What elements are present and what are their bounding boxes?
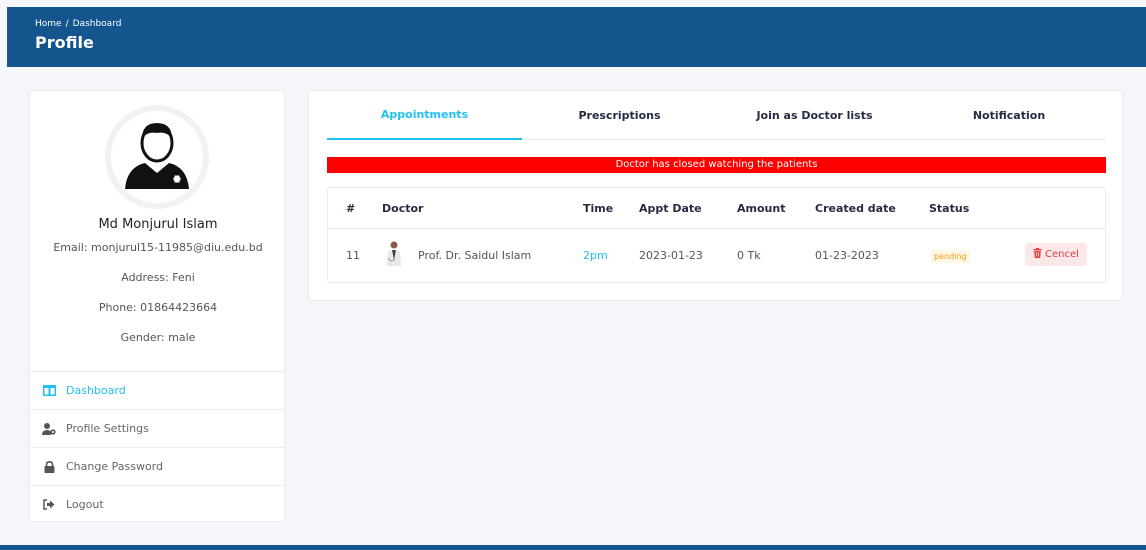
column-header-appt-date: Appt Date [639,202,702,215]
tab-notification[interactable]: Notification [912,91,1106,140]
menu-item-label: Dashboard [66,384,126,397]
user-phone: Phone: 01864423664 [98,301,218,314]
menu-item-logout[interactable]: Logout [30,485,286,523]
column-header-status: Status [929,202,970,215]
appointment-amount: 0 Tk [737,249,761,262]
menu-item-label: Logout [66,498,104,511]
dashboard-icon [42,384,56,398]
tab-prescriptions[interactable]: Prescriptions [522,91,717,140]
column-header-amount: Amount [737,202,786,215]
menu-item-dashboard[interactable]: Dashboard [30,371,286,409]
table-header-divider [328,228,1107,229]
appointments-table: # Doctor Time Appt Date Amount Created d… [327,187,1107,283]
user-email: Email: monjurul15-11985@diu.edu.bd [53,241,263,254]
doctor-name-link[interactable]: Prof. Dr. Saidul Islam [418,249,531,262]
column-header-created-date: Created date [815,202,896,215]
cancel-button-label: Cencel [1045,249,1079,260]
doctor-avatar-icon [111,111,203,203]
tab-appointments[interactable]: Appointments [327,91,522,140]
avatar [105,105,209,209]
menu-item-change-password[interactable]: Change Password [30,447,286,485]
footer-bar [0,545,1146,550]
appointment-date: 2023-01-23 [639,249,703,262]
tab-join-as-doctor-lists[interactable]: Join as Doctor lists [717,91,912,140]
user-name: Md Monjurul Islam [98,217,218,232]
column-header-doctor: Doctor [382,202,424,215]
menu-item-profile-settings[interactable]: Profile Settings [30,409,286,447]
user-gender: Gender: male [120,331,196,344]
cancel-button[interactable]: Cencel [1025,243,1087,266]
appointment-id: 11 [346,249,360,262]
menu-item-label: Profile Settings [66,422,149,435]
lock-icon [42,460,56,474]
breadcrumb: Home / Dashboard [35,19,1118,29]
status-badge: pending [931,250,970,263]
doctor-closed-alert: Doctor has closed watching the patients [327,157,1106,173]
profile-card: Md Monjurul Islam Email: monjurul15-1198… [29,90,286,523]
doctor-photo[interactable] [386,240,402,266]
created-date: 01-23-2023 [815,249,879,262]
menu-item-label: Change Password [66,460,163,473]
breadcrumb-separator: / [65,19,69,29]
breadcrumb-current: Dashboard [72,19,122,29]
column-header-number: # [346,202,356,215]
appointments-card: Appointments Prescriptions Join as Docto… [308,90,1123,301]
logout-icon [42,498,56,512]
user-address: Address: Feni [121,271,195,284]
breadcrumb-home[interactable]: Home [35,19,62,29]
page-header: Home / Dashboard Profile [7,7,1146,67]
profile-tabs: Appointments Prescriptions Join as Docto… [327,91,1106,140]
profile-menu: Dashboard Profile Settings Change Passwo… [30,371,286,523]
trash-icon [1033,248,1042,261]
appointment-time: 2pm [583,249,608,262]
column-header-time: Time [583,202,614,215]
user-cog-icon [42,422,56,436]
page-title: Profile [35,33,94,52]
